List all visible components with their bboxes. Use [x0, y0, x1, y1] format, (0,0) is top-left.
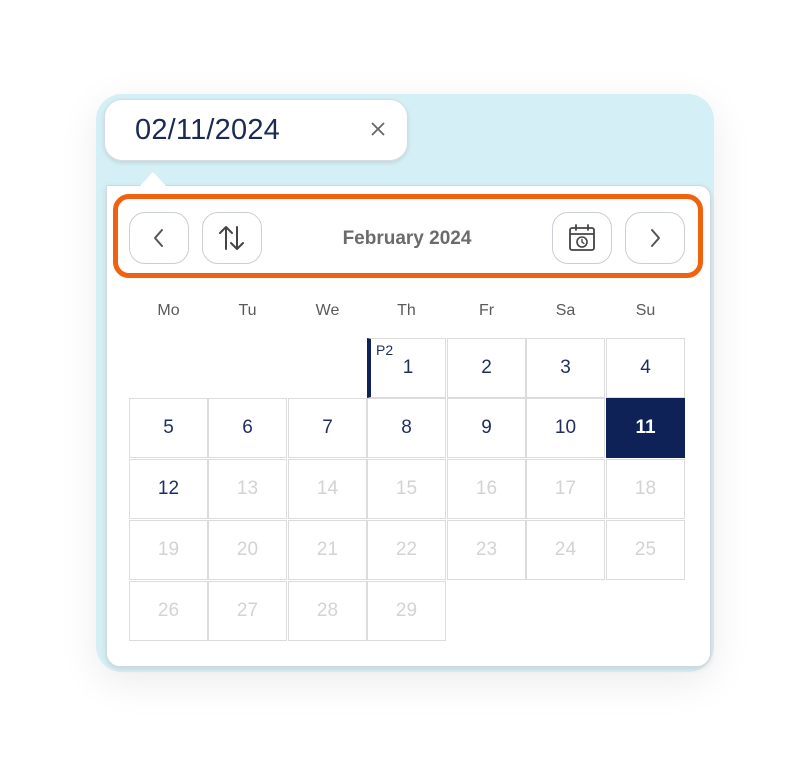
day-number: 12: [157, 478, 180, 499]
close-icon[interactable]: [367, 118, 389, 140]
day-cell: 13: [208, 459, 287, 519]
day-number: 22: [395, 539, 418, 560]
day-cell[interactable]: 5: [129, 398, 208, 458]
day-number: 7: [322, 417, 333, 438]
day-cell[interactable]: 2: [447, 338, 526, 398]
today-button[interactable]: [552, 212, 612, 264]
day-cell: 24: [526, 520, 605, 580]
day-cell[interactable]: 9: [447, 398, 526, 458]
popover-caret: [140, 172, 166, 186]
day-cell: 18: [606, 459, 685, 519]
day-cell: 23: [447, 520, 526, 580]
clear-button[interactable]: [367, 118, 389, 140]
day-cell[interactable]: 4: [606, 338, 685, 398]
day-cell: 15: [367, 459, 446, 519]
weekday-label: Su: [635, 302, 656, 319]
next-month-button[interactable]: [625, 212, 685, 264]
day-cell[interactable]: 10: [526, 398, 605, 458]
day-cell: 17: [526, 459, 605, 519]
day-cell-selected[interactable]: 11: [606, 398, 685, 458]
weekday-label: Mo: [157, 302, 180, 319]
day-number: 19: [157, 539, 180, 560]
day-number: 29: [395, 600, 418, 621]
day-number: 26: [157, 600, 180, 621]
weekday-label: Tu: [238, 302, 257, 319]
day-cell: 26: [129, 581, 208, 641]
weekday-label: Th: [397, 302, 416, 319]
day-number: 1: [402, 357, 414, 378]
day-number: 24: [554, 539, 577, 560]
day-number: 3: [560, 357, 571, 378]
day-cell[interactable]: 8: [367, 398, 446, 458]
day-number: 21: [316, 539, 339, 560]
view-toggle-button[interactable]: [202, 212, 262, 264]
day-cell: 16: [447, 459, 526, 519]
day-cell[interactable]: 6: [208, 398, 287, 458]
date-input-value[interactable]: 02/11/2024: [135, 114, 280, 147]
day-number: 14: [316, 478, 339, 499]
day-number: 15: [395, 478, 418, 499]
calendar-clock-icon: [569, 224, 595, 251]
weekday-label: We: [315, 302, 340, 319]
day-cell[interactable]: 7: [288, 398, 367, 458]
day-number: 9: [481, 417, 492, 438]
day-cell[interactable]: 12: [129, 459, 208, 519]
day-number: 25: [634, 539, 657, 560]
day-cell: 25: [606, 520, 685, 580]
day-number: 16: [475, 478, 498, 499]
weekday-label: Sa: [555, 302, 576, 319]
day-number: 10: [554, 417, 577, 438]
month-year-label[interactable]: February 2024: [307, 228, 507, 250]
day-number: 8: [401, 417, 412, 438]
day-number: 5: [163, 417, 174, 438]
day-number: 18: [634, 478, 657, 499]
day-number: 4: [640, 357, 651, 378]
sort-arrows-icon: [219, 226, 244, 250]
day-cell: 14: [288, 459, 367, 519]
day-number: 6: [242, 417, 253, 438]
day-cell: 20: [208, 520, 287, 580]
day-cell: 28: [288, 581, 367, 641]
day-number: 20: [236, 539, 259, 560]
day-number: 13: [236, 478, 259, 499]
day-cell: 22: [367, 520, 446, 580]
date-input[interactable]: 02/11/2024: [104, 99, 408, 161]
day-number: 2: [481, 357, 492, 378]
day-cell: 19: [129, 520, 208, 580]
day-marker-label: P2: [376, 342, 394, 358]
day-number: 27: [236, 600, 259, 621]
day-number: 28: [316, 600, 339, 621]
day-number: 11: [635, 417, 656, 438]
chevron-left-icon: [154, 229, 163, 247]
day-cell: 29: [367, 581, 446, 641]
day-cell: 27: [208, 581, 287, 641]
day-cell: 21: [288, 520, 367, 580]
weekday-label: Fr: [478, 302, 495, 319]
prev-month-button[interactable]: [129, 212, 189, 264]
chevron-right-icon: [651, 229, 660, 247]
day-cell[interactable]: 3: [526, 338, 605, 398]
day-number: 17: [554, 478, 577, 499]
day-cell[interactable]: P2 1: [367, 338, 446, 398]
day-number: 23: [475, 539, 498, 560]
